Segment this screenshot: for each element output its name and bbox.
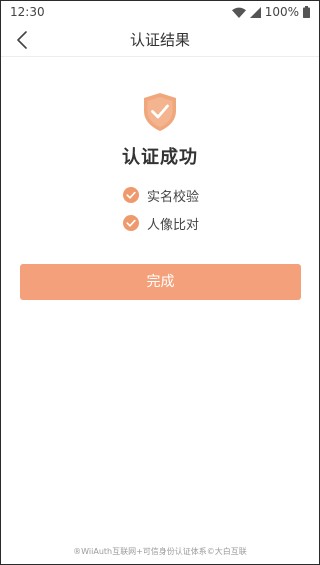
status-icons: 100% — [231, 5, 310, 19]
battery-percentage: 100% — [264, 5, 299, 19]
status-time: 12:30 — [10, 5, 45, 19]
check-circle-icon — [123, 187, 139, 203]
check-label: 人像比对 — [147, 217, 200, 233]
check-circle-icon — [123, 215, 139, 231]
check-label: 实名校验 — [147, 189, 200, 205]
screen: 12:30 100% 认证结果 认证成功 实名校验 人像比对 完成 ®WiiAu… — [0, 0, 320, 565]
check-item-face-compare: 人像比对 — [123, 213, 199, 233]
nav-bar: 认证结果 — [1, 23, 319, 57]
footer-text: ®WiiAuth互联网+可信身份认证体系©大白互联 — [73, 547, 247, 556]
wifi-icon — [231, 7, 246, 18]
done-button[interactable]: 完成 — [20, 264, 301, 300]
signal-icon — [249, 6, 261, 18]
page-title: 认证结果 — [129, 31, 190, 49]
check-item-realname: 实名校验 — [123, 185, 199, 205]
battery-icon — [303, 6, 310, 18]
check-list: 实名校验 人像比对 — [123, 185, 199, 241]
shield-check-icon — [142, 92, 178, 132]
status-bar: 12:30 100% — [1, 1, 319, 23]
result-title: 认证成功 — [122, 147, 198, 168]
